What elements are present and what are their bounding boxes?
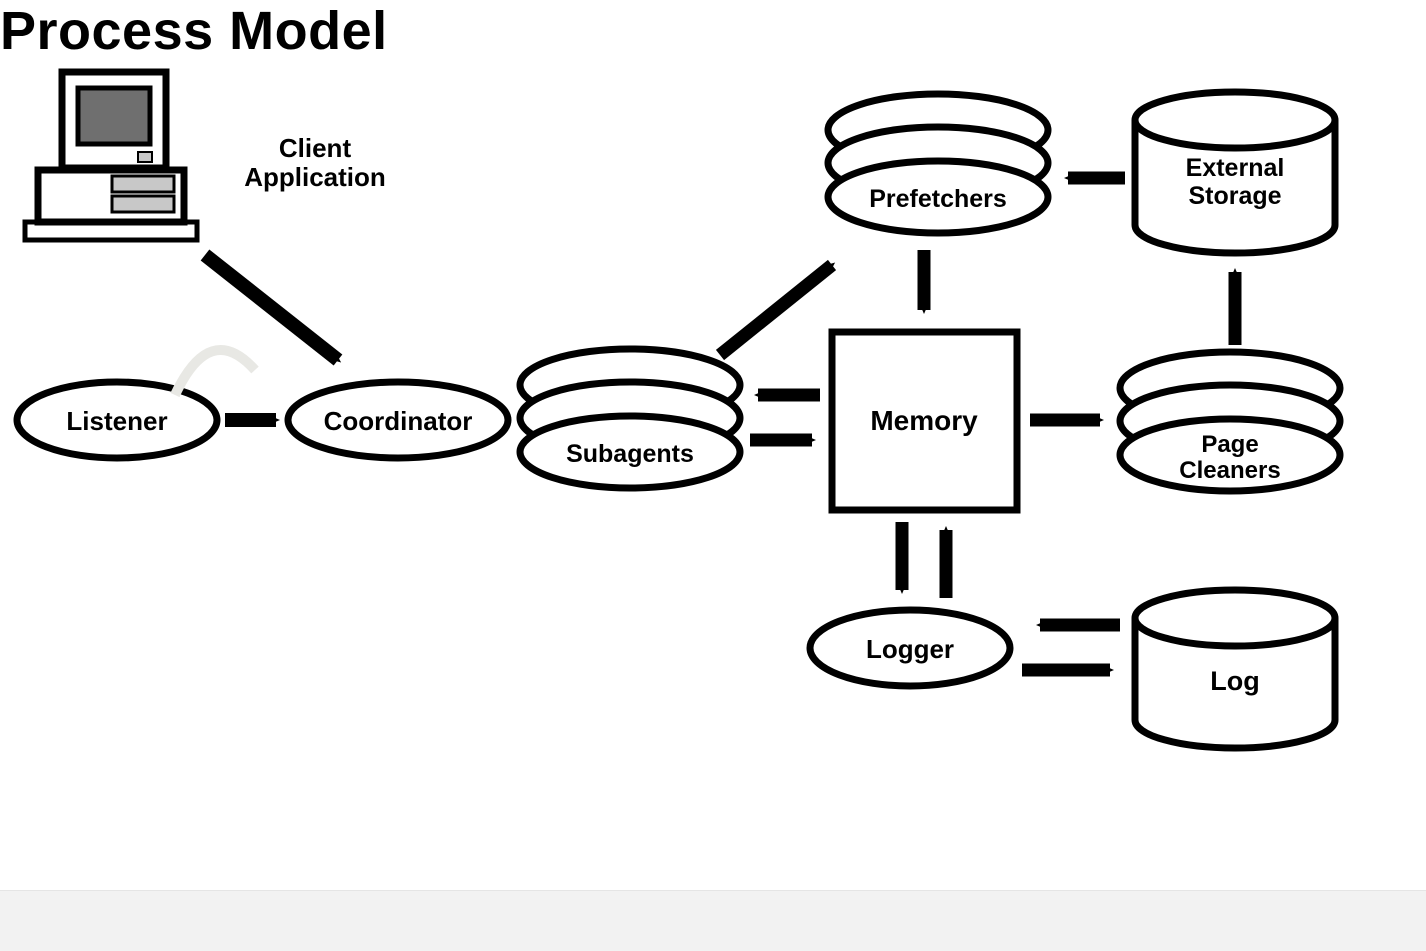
- external-storage-text-1: External: [1186, 154, 1285, 182]
- listener-text: Listener: [66, 406, 167, 436]
- node-listener: Listener: [17, 382, 217, 458]
- node-coordinator: Coordinator: [288, 382, 508, 458]
- node-memory: Memory: [832, 332, 1017, 510]
- coordinator-text: Coordinator: [324, 406, 473, 436]
- node-log: Log: [1135, 590, 1335, 748]
- page-cleaners-text-1: Page: [1201, 431, 1258, 458]
- arrow-subagents-to-prefetchers: [720, 265, 832, 355]
- subagents-text: Subagents: [566, 440, 694, 468]
- external-storage-text-2: Storage: [1188, 182, 1281, 210]
- memory-text: Memory: [870, 405, 978, 436]
- prefetchers-text: Prefetchers: [869, 185, 1007, 213]
- logger-text: Logger: [866, 634, 954, 664]
- log-text: Log: [1210, 666, 1259, 696]
- computer-icon: [25, 72, 197, 240]
- bottom-bar: [0, 890, 1426, 951]
- ghost-curve: [175, 350, 255, 395]
- diagram-canvas: Process Model Client Application: [0, 0, 1426, 951]
- node-external-storage: External Storage: [1135, 92, 1335, 253]
- node-logger: Logger: [810, 610, 1010, 686]
- node-prefetchers: Prefetchers: [828, 94, 1048, 233]
- diagram-svg: Listener Coordinator Subagents Prefetche…: [0, 0, 1426, 951]
- node-subagents: Subagents: [520, 349, 740, 488]
- node-page-cleaners: Page Cleaners: [1120, 352, 1340, 491]
- arrow-client-to-coordinator: [205, 255, 338, 360]
- page-cleaners-text-2: Cleaners: [1179, 457, 1280, 484]
